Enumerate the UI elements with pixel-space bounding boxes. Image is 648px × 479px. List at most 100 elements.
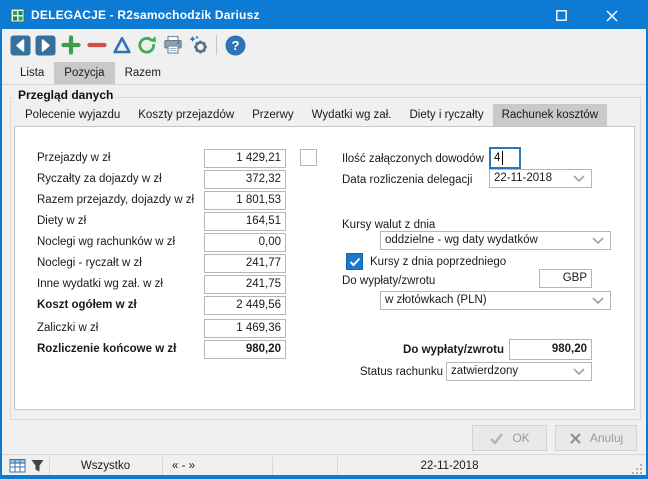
- tab-polecenie-wyjazdu[interactable]: Polecenie wyjazdu: [16, 104, 129, 126]
- tab-label: Wydatki wg zał.: [312, 109, 392, 121]
- triangle-icon: [112, 35, 132, 55]
- payout-total-field[interactable]: 980,20: [509, 339, 592, 360]
- attachments-label: Ilość załączonych dowodów: [342, 150, 484, 169]
- minus-icon: [87, 35, 107, 55]
- tab-diety-i-ryczalty[interactable]: Diety i ryczałty: [400, 104, 492, 126]
- settlement-date-value: 22-11-2018: [494, 170, 552, 187]
- payout-currency-field[interactable]: GBP: [539, 269, 592, 288]
- close-button[interactable]: [592, 2, 632, 29]
- tab-razem[interactable]: Razem: [115, 62, 171, 84]
- plus-icon: [61, 35, 81, 55]
- status-bar: Wszystko « - » 22-11-2018: [2, 454, 646, 477]
- chevron-down-icon: [573, 175, 585, 183]
- close-icon: [606, 10, 618, 22]
- payout-mode-value: w złotówkach (PLN): [385, 292, 487, 309]
- status-select[interactable]: zatwierdzony: [446, 362, 592, 381]
- przejazdy-checkbox[interactable]: [300, 149, 317, 166]
- app-icon: [10, 8, 26, 24]
- cancel-button-label: Anuluj: [590, 431, 623, 445]
- edit-record-button[interactable]: [110, 33, 134, 57]
- tab-lista-label: Lista: [20, 67, 44, 79]
- zaliczki-field[interactable]: 1 469,36: [204, 319, 286, 338]
- field-label: Razem przejazdy, dojazdy w zł: [37, 191, 194, 210]
- field-label: Koszt ogółem w zł: [37, 296, 137, 315]
- tab-label: Rachunek kosztów: [502, 109, 599, 121]
- settlement-date-select[interactable]: 22-11-2018: [489, 169, 592, 188]
- przejazdy-field[interactable]: 1 429,21: [204, 149, 286, 168]
- tab-koszty-przejazdow[interactable]: Koszty przejazdów: [129, 104, 243, 126]
- check-icon: [349, 257, 361, 267]
- payout-mode-select[interactable]: w złotówkach (PLN): [380, 291, 611, 310]
- attachments-input[interactable]: 4: [489, 147, 521, 169]
- rates-value: oddzielne - wg daty wydatków: [385, 232, 538, 249]
- help-icon: ?: [225, 35, 246, 56]
- filter-icon[interactable]: [30, 458, 45, 473]
- tab-strip-divider: [2, 84, 646, 85]
- add-record-button[interactable]: [59, 33, 83, 57]
- tab-wydatki-wg-zal[interactable]: Wydatki wg zał.: [303, 104, 401, 126]
- tab-pozycja-label: Pozycja: [64, 67, 104, 79]
- refresh-button[interactable]: [135, 33, 159, 57]
- tab-label: Przerwy: [252, 109, 294, 121]
- inne-wydatki-field[interactable]: 241,75: [204, 275, 286, 294]
- razem-przejazdy-field[interactable]: 1 801,53: [204, 191, 286, 210]
- statusbar-scope[interactable]: Wszystko: [49, 455, 162, 477]
- tab-rachunek-kosztow[interactable]: Rachunek kosztów: [493, 104, 608, 126]
- ok-button[interactable]: OK: [472, 425, 547, 451]
- noclegi-ryczalt-field[interactable]: 241,77: [204, 254, 286, 273]
- chevron-down-icon: [592, 237, 604, 245]
- chevron-down-icon: [573, 368, 585, 376]
- main-tab-strip: Lista Pozycja Razem: [10, 62, 171, 84]
- window-title: DELEGACJE - R2samochodzik Dariusz: [31, 2, 260, 29]
- print-button[interactable]: [161, 33, 185, 57]
- prev-day-rates-checkbox[interactable]: [346, 253, 363, 270]
- x-icon: [569, 432, 582, 445]
- title-bar[interactable]: DELEGACJE - R2samochodzik Dariusz: [2, 2, 646, 29]
- svg-text:?: ?: [231, 38, 239, 53]
- statusbar-date: 22-11-2018: [337, 455, 562, 477]
- statusbar-divider: [272, 457, 273, 475]
- grid-view-icon[interactable]: [9, 458, 26, 474]
- detail-tab-strip: Polecenie wyjazdu Koszty przejazdów Prze…: [16, 104, 607, 126]
- toolbar-separator: [216, 35, 217, 55]
- printer-icon: [162, 34, 184, 56]
- maximize-icon: [556, 10, 567, 21]
- noclegi-rachunki-field[interactable]: 0,00: [204, 233, 286, 252]
- field-label: Noclegi wg rachunków w zł: [37, 233, 175, 252]
- tab-lista[interactable]: Lista: [10, 62, 54, 84]
- ryczalty-dojazdy-field[interactable]: 372,32: [204, 170, 286, 189]
- tab-przerwy[interactable]: Przerwy: [243, 104, 303, 126]
- prev-day-rates-label: Kursy z dnia poprzedniego: [370, 253, 506, 272]
- statusbar-range[interactable]: « - »: [172, 455, 195, 477]
- previous-record-button[interactable]: [8, 33, 32, 57]
- rates-select[interactable]: oddzielne - wg daty wydatków: [380, 231, 611, 250]
- tab-label: Polecenie wyjazdu: [25, 109, 120, 121]
- next-record-button[interactable]: [33, 33, 57, 57]
- maximize-button[interactable]: [541, 2, 581, 29]
- delete-record-button[interactable]: [85, 33, 109, 57]
- status-value: zatwierdzony: [451, 363, 518, 380]
- groupbox-title: Przegląd danych: [14, 88, 117, 102]
- resize-grip[interactable]: [630, 462, 643, 475]
- attachments-value: 4: [494, 151, 500, 165]
- help-button[interactable]: ?: [223, 33, 247, 57]
- rozliczenie-koncowe-field[interactable]: 980,20: [204, 340, 286, 359]
- app-window: DELEGACJE - R2samochodzik Dariusz: [0, 0, 648, 479]
- payout-label: Do wypłaty/zwrotu: [342, 272, 435, 291]
- toolbar: ?: [2, 29, 646, 61]
- tab-razem-label: Razem: [125, 67, 161, 79]
- field-label: Noclegi - ryczałt w zł: [37, 254, 142, 273]
- field-label: Przejazdy w zł: [37, 149, 111, 168]
- field-label: Inne wydatki wg zał. w zł: [37, 275, 163, 294]
- previous-icon: [10, 35, 31, 56]
- tab-pozycja[interactable]: Pozycja: [54, 62, 114, 84]
- field-label: Diety w zł: [37, 212, 86, 231]
- cancel-button[interactable]: Anuluj: [555, 425, 637, 451]
- settings-button[interactable]: [187, 33, 211, 57]
- refresh-icon: [136, 34, 158, 56]
- diety-field[interactable]: 164,51: [204, 212, 286, 231]
- settlement-date-label: Data rozliczenia delegacji: [342, 171, 472, 190]
- statusbar-divider: [162, 457, 163, 475]
- tab-label: Diety i ryczałty: [409, 109, 483, 121]
- koszt-ogolem-field[interactable]: 2 449,56: [204, 296, 286, 315]
